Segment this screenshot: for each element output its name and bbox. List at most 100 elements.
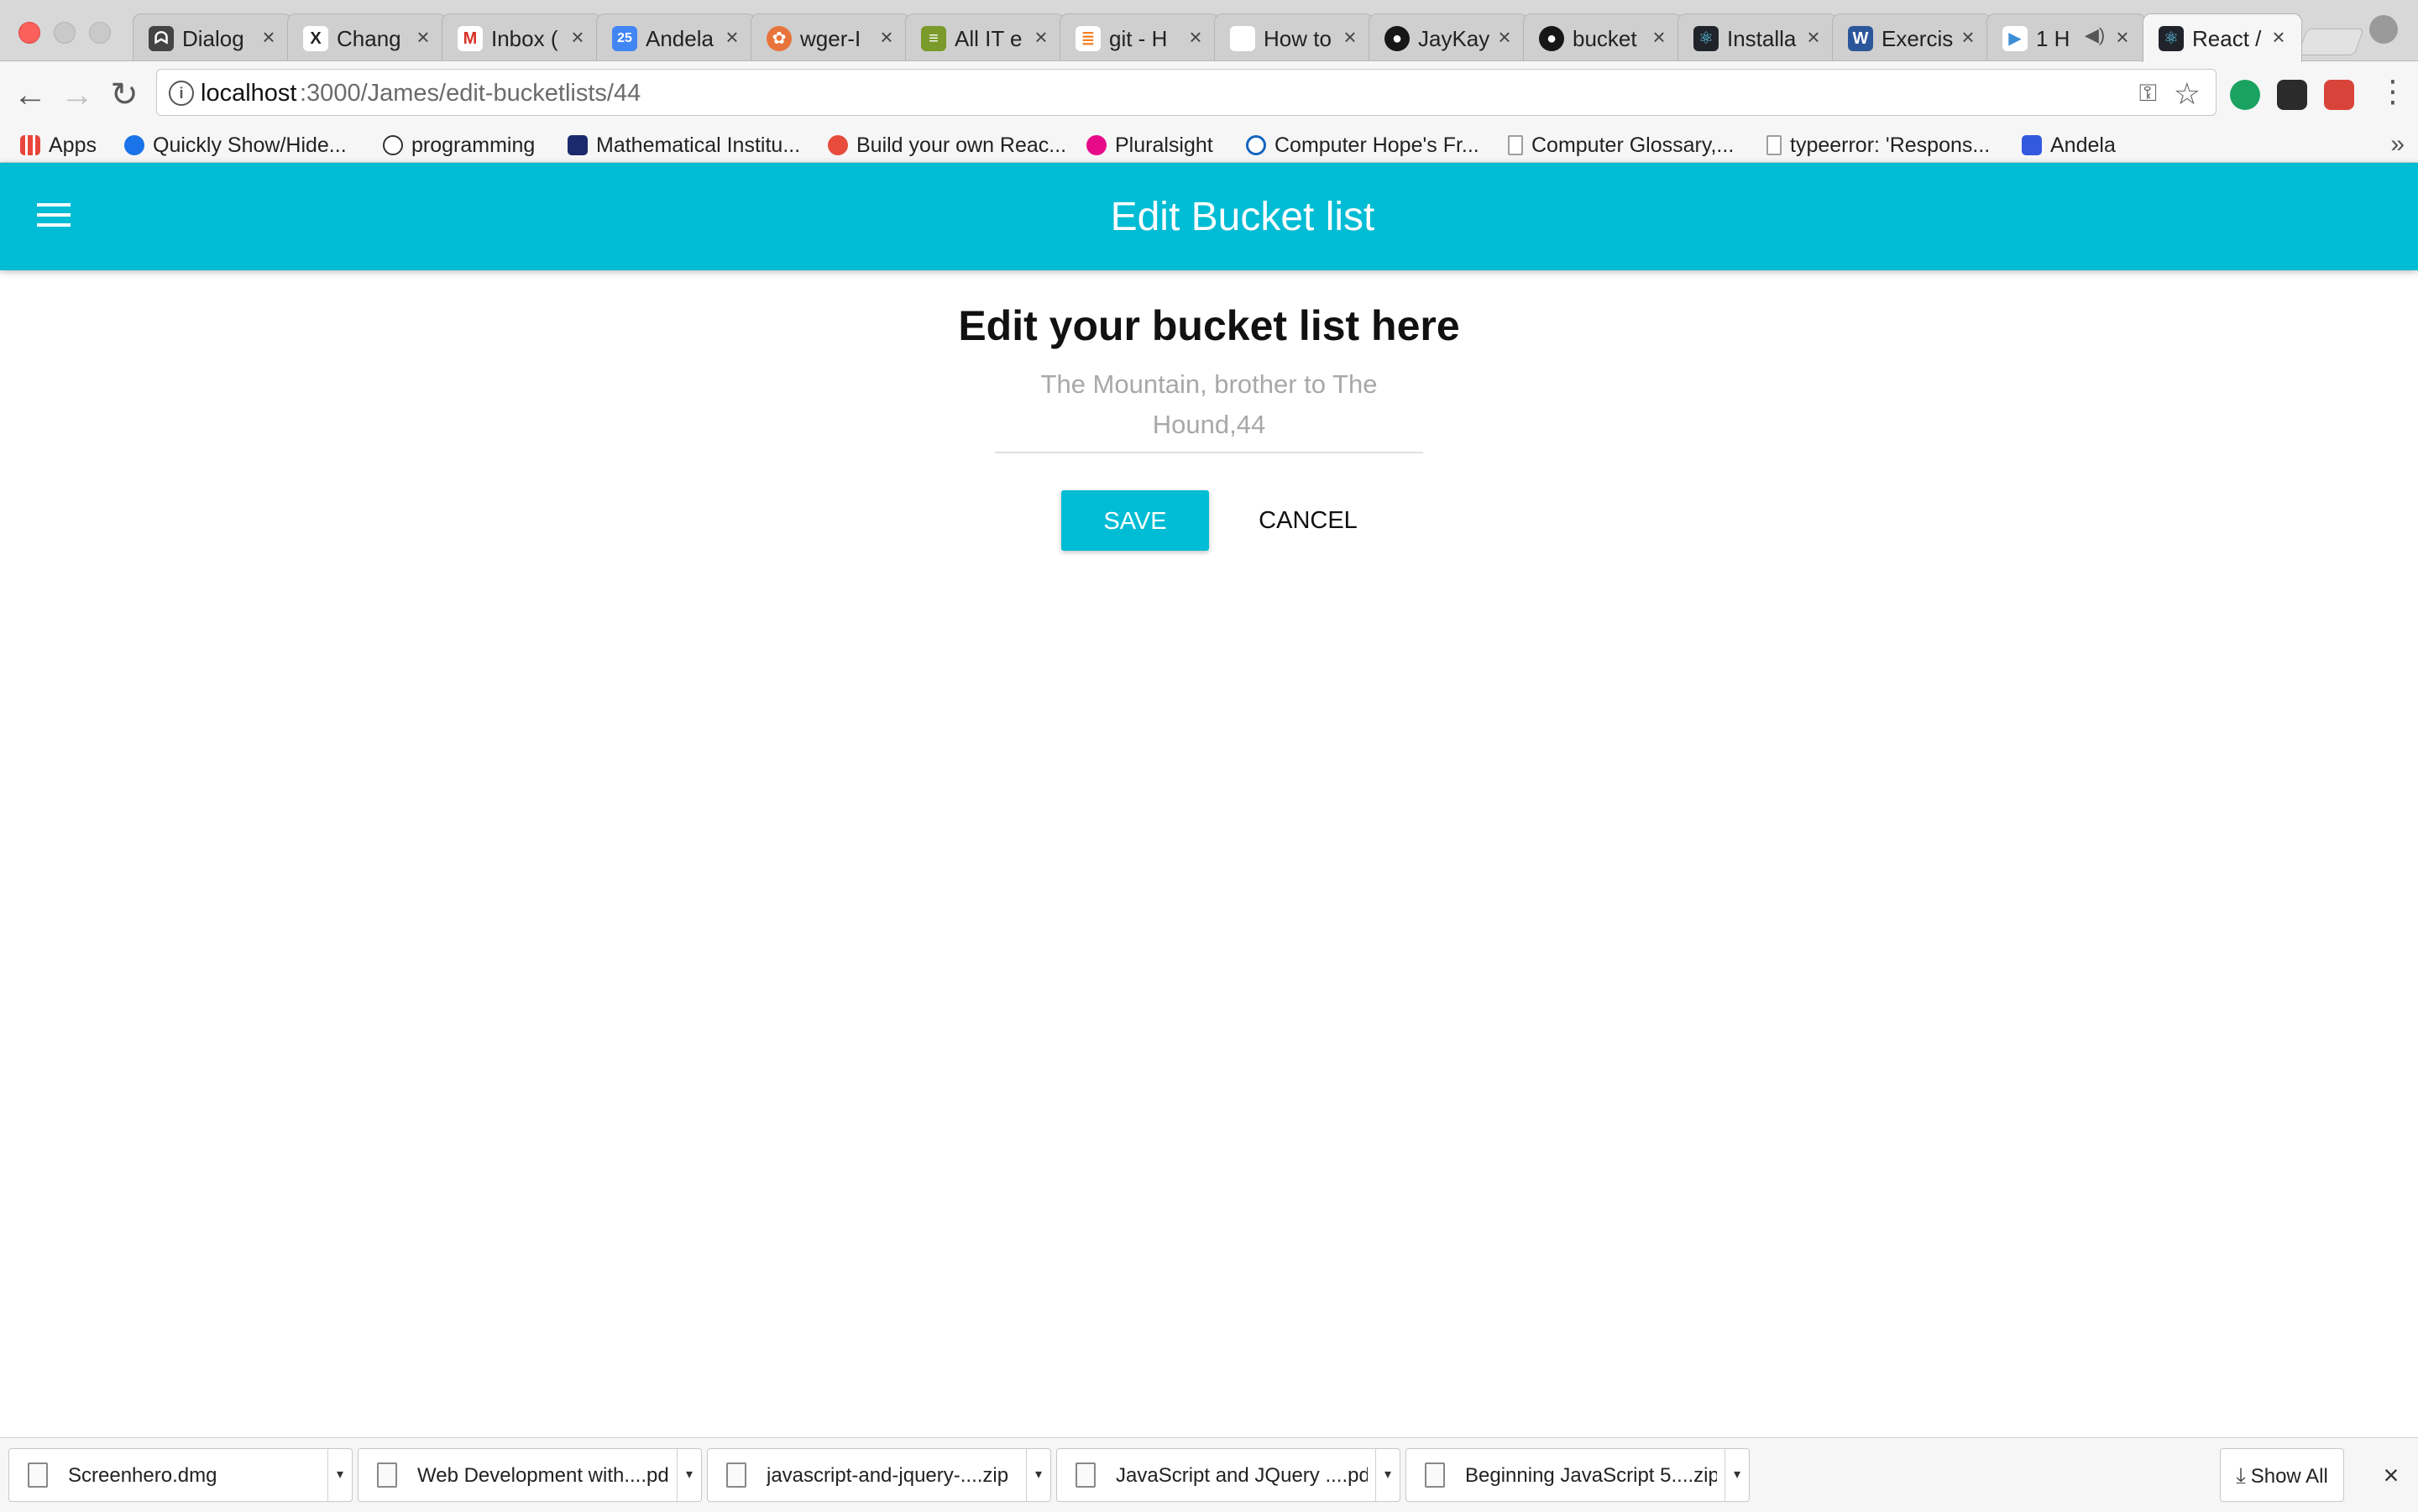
download-menu-icon[interactable]: ▾: [677, 1449, 701, 1501]
download-menu-icon[interactable]: ▾: [1026, 1449, 1050, 1501]
url-path: :3000/James/edit-bucketlists/44: [300, 80, 641, 107]
tab-title: JayKay: [1418, 26, 1490, 51]
browser-tab[interactable]: X Chang ×: [287, 13, 447, 60]
download-item[interactable]: javascript-and-jquery-....zip ▾: [707, 1448, 1051, 1502]
close-tab-icon[interactable]: ×: [412, 24, 434, 50]
institute-icon: [568, 135, 588, 155]
close-tab-icon[interactable]: ×: [567, 24, 589, 50]
browser-tab[interactable]: ● bucket ×: [1523, 13, 1683, 60]
bookmark-label: Mathematical Institu...: [596, 133, 801, 157]
audio-playing-icon[interactable]: ◀): [2085, 24, 2105, 46]
bookmark-item[interactable]: Mathematical Institu...: [568, 132, 800, 159]
browser-tab[interactable]: ⚛ Installa ×: [1677, 13, 1837, 60]
profile-icon[interactable]: [2369, 15, 2398, 44]
close-tab-icon[interactable]: ×: [2112, 24, 2133, 50]
browser-tab[interactable]: W Exercis ×: [1832, 13, 1991, 60]
close-tab-icon[interactable]: ×: [1030, 24, 1052, 50]
file-icon: [1076, 1462, 1096, 1488]
site-info-icon[interactable]: i: [169, 81, 194, 106]
browser-menu-icon[interactable]: ⋮: [2378, 73, 2408, 110]
bookmark-item[interactable]: typeerror: 'Respons...: [1766, 132, 1990, 159]
browser-tab[interactable]: 25 Andela ×: [596, 13, 756, 60]
github-favicon-icon: ●: [1539, 26, 1564, 51]
github-favicon-icon: ●: [1384, 26, 1410, 51]
bookmark-item[interactable]: programming: [383, 132, 535, 159]
browser-tab[interactable]: How to ×: [1214, 13, 1374, 60]
tab-title: Chang: [337, 26, 401, 51]
bookmark-star-icon[interactable]: ☆: [2174, 76, 2201, 112]
close-tab-icon[interactable]: ×: [1339, 24, 1361, 50]
close-tab-icon[interactable]: ×: [721, 24, 743, 50]
forward-arrow-icon[interactable]: →: [60, 78, 94, 112]
bookmark-item[interactable]: Computer Glossary,...: [1508, 132, 1734, 159]
bookmark-item[interactable]: Quickly Show/Hide...: [124, 132, 347, 159]
bookmark-label: programming: [411, 133, 536, 157]
show-all-downloads-button[interactable]: ⤓ Show All: [2220, 1448, 2344, 1502]
download-filename: Web Development with....pdf: [417, 1464, 669, 1487]
download-menu-icon[interactable]: ▾: [1725, 1449, 1749, 1501]
bookmarks-bar: Apps Quickly Show/Hide... programming Ma…: [0, 128, 2418, 163]
close-tab-icon[interactable]: ×: [2268, 24, 2290, 50]
key-icon[interactable]: ⚿: [2139, 80, 2157, 107]
browser-tab[interactable]: ≡ All IT e ×: [905, 13, 1065, 60]
react-favicon-icon: ⚛: [2159, 26, 2184, 51]
wger-favicon-icon: ✿: [767, 26, 792, 51]
bookmark-item[interactable]: Andela: [2022, 132, 2116, 159]
reload-icon[interactable]: ↻: [107, 78, 141, 112]
close-tab-icon[interactable]: ×: [258, 24, 280, 50]
tab-title: How to: [1264, 26, 1332, 51]
extension-icon[interactable]: [2324, 80, 2354, 110]
browser-tab[interactable]: ≣ git - H ×: [1060, 13, 1219, 60]
browser-tab[interactable]: ▶ 1 H ◀) ×: [1986, 13, 2146, 60]
download-filename: Beginning JavaScript 5....zip: [1465, 1464, 1717, 1487]
download-menu-icon[interactable]: ▾: [1375, 1449, 1400, 1501]
close-tab-icon[interactable]: ×: [1957, 24, 1979, 50]
browser-toolbar: ← → ↻ i localhost :3000/James/edit-bucke…: [0, 61, 2418, 128]
download-menu-icon[interactable]: ▾: [327, 1449, 352, 1501]
tab-title: wger-I: [800, 26, 861, 51]
play-favicon-icon: ▶: [2002, 26, 2028, 51]
browser-tab[interactable]: ● JayKay ×: [1369, 13, 1528, 60]
page-icon: [1766, 135, 1782, 155]
close-tab-icon[interactable]: ×: [1803, 24, 1824, 50]
download-item[interactable]: Beginning JavaScript 5....zip ▾: [1405, 1448, 1750, 1502]
download-item[interactable]: JavaScript and JQuery ....pdf ▾: [1056, 1448, 1400, 1502]
bookmark-label: Pluralsight: [1115, 133, 1213, 157]
close-shelf-icon[interactable]: ×: [2376, 1458, 2406, 1492]
cancel-button[interactable]: CANCEL: [1234, 490, 1382, 551]
close-tab-icon[interactable]: ×: [876, 24, 898, 50]
browser-tab[interactable]: M Inbox ( ×: [442, 13, 601, 60]
back-arrow-icon[interactable]: ←: [13, 78, 47, 112]
new-tab-button[interactable]: [2297, 29, 2364, 55]
x-favicon-icon: X: [303, 26, 328, 51]
close-tab-icon[interactable]: ×: [1648, 24, 1670, 50]
close-tab-icon[interactable]: ×: [1494, 24, 1515, 50]
bookmark-item[interactable]: Build your own Reac...: [828, 132, 1066, 159]
show-all-label: Show All: [2250, 1465, 2328, 1488]
bookmark-label: Apps: [49, 133, 97, 157]
grammarly-extension-icon[interactable]: [2230, 80, 2260, 110]
browser-tab[interactable]: ᗣ Dialog ×: [133, 13, 292, 60]
minimize-window-button[interactable]: [54, 22, 76, 44]
bookmark-label: Computer Hope's Fr...: [1274, 133, 1479, 157]
file-icon: [377, 1462, 397, 1488]
bookmark-item[interactable]: Pluralsight: [1086, 132, 1213, 159]
save-button[interactable]: SAVE: [1061, 490, 1209, 551]
books-favicon-icon: ≡: [921, 26, 946, 51]
bucketlist-name-field[interactable]: The Mountain, brother to The Hound,44: [995, 361, 1423, 453]
maximize-window-button[interactable]: [89, 22, 111, 44]
browser-tab-active[interactable]: ⚛ React / ×: [2143, 13, 2302, 62]
tab-title: All IT e: [955, 26, 1023, 51]
close-tab-icon[interactable]: ×: [1185, 24, 1206, 50]
bookmark-item[interactable]: Computer Hope's Fr...: [1246, 132, 1479, 159]
incognito-extension-icon[interactable]: [2277, 80, 2307, 110]
address-bar[interactable]: i localhost :3000/James/edit-bucketlists…: [156, 69, 2216, 116]
download-item[interactable]: Screenhero.dmg ▾: [8, 1448, 353, 1502]
page-icon: [1508, 135, 1523, 155]
browser-tab[interactable]: ✿ wger-I ×: [751, 13, 910, 60]
bookmark-apps[interactable]: Apps: [20, 132, 97, 159]
close-window-button[interactable]: [18, 22, 40, 44]
dialog-favicon-icon: ᗣ: [149, 26, 174, 51]
more-bookmarks-icon[interactable]: »: [2390, 130, 2405, 159]
download-item[interactable]: Web Development with....pdf ▾: [358, 1448, 702, 1502]
